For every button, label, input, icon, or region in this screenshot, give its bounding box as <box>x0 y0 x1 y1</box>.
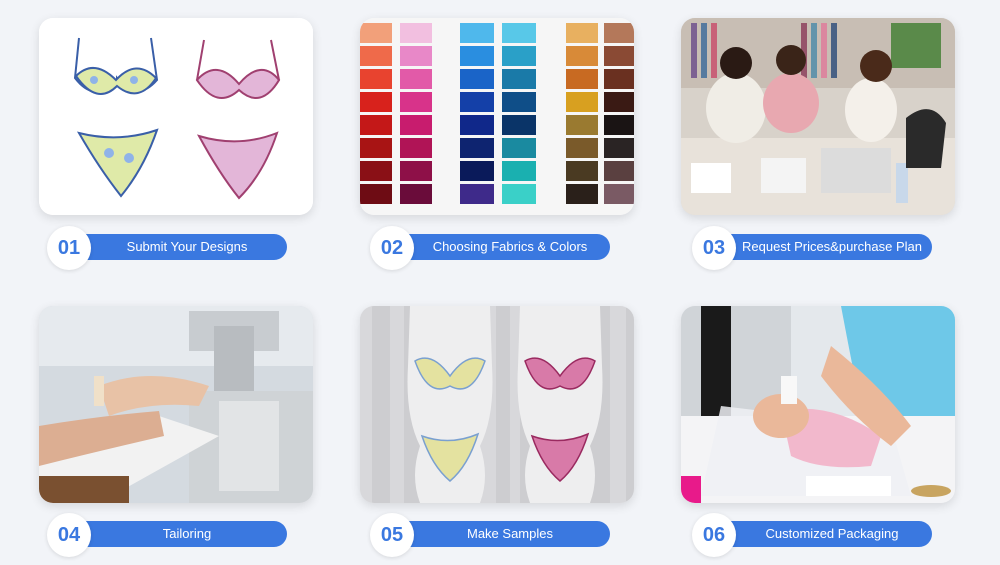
step-02: Choosing Fabrics & Colors 02 <box>370 226 620 270</box>
step-01-label: Submit Your Designs <box>65 234 287 260</box>
step-04-label: Tailoring <box>65 521 287 547</box>
step-03-label: Request Prices&purchase Plan <box>710 234 932 260</box>
step-01-number: 01 <box>47 226 91 270</box>
step-03-number: 03 <box>692 226 736 270</box>
step-05-number: 05 <box>370 513 414 557</box>
step-04-number: 04 <box>47 513 91 557</box>
fabric-swatches-image <box>360 18 634 215</box>
step-04: Tailoring 04 <box>47 513 297 557</box>
samples-image <box>360 306 634 503</box>
step-02-number: 02 <box>370 226 414 270</box>
meeting-image <box>681 18 955 215</box>
step-01: Submit Your Designs 01 <box>47 226 297 270</box>
step-03: Request Prices&purchase Plan 03 <box>692 226 942 270</box>
step-05: Make Samples 05 <box>370 513 620 557</box>
step-06-number: 06 <box>692 513 736 557</box>
step-06-label: Customized Packaging <box>710 521 932 547</box>
packaging-image <box>681 306 955 503</box>
tailoring-image <box>39 306 313 503</box>
step-05-label: Make Samples <box>388 521 610 547</box>
designs-image <box>39 18 313 215</box>
step-02-label: Choosing Fabrics & Colors <box>388 234 610 260</box>
step-06: Customized Packaging 06 <box>692 513 942 557</box>
